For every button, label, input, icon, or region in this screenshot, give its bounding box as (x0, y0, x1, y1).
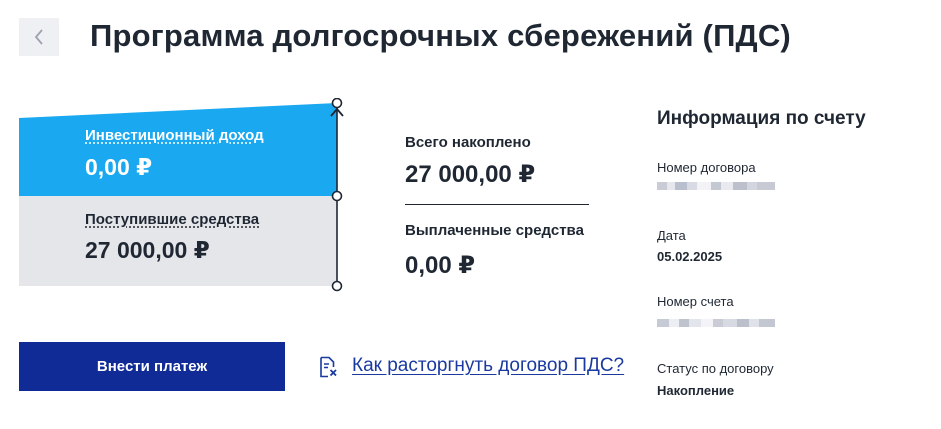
scale-marker-top (331, 98, 343, 109)
back-button[interactable] (19, 18, 59, 56)
make-payment-button[interactable]: Внести платеж (19, 342, 285, 391)
chevron-left-icon (34, 29, 43, 45)
scale-marker-middle (331, 190, 343, 202)
contract-number-redacted (657, 182, 775, 190)
paid-funds-label: Выплаченные средства (405, 222, 584, 239)
total-accumulated-label: Всего накоплено (405, 134, 531, 151)
document-close-icon (320, 356, 337, 378)
received-funds-label[interactable]: Поступившие средства (85, 211, 259, 228)
total-accumulated-value: 27 000,00 ₽ (405, 161, 536, 188)
contract-status-value: Накопление (657, 383, 735, 398)
account-number-redacted (657, 319, 775, 327)
investment-income-segment (19, 103, 337, 196)
contract-status-label: Статус по договору (657, 361, 774, 376)
account-number-label: Номер счета (657, 294, 734, 309)
funds-breakdown: Инвестиционный доход 0,00 ₽ Поступившие … (19, 98, 349, 298)
paid-funds-value: 0,00 ₽ (405, 252, 476, 279)
date-label: Дата (657, 228, 686, 243)
terminate-contract-link[interactable]: Как расторгнуть договор ПДС? (352, 355, 624, 377)
received-funds-value: 27 000,00 ₽ (85, 237, 210, 263)
scale-marker-bottom (331, 280, 343, 292)
totals-divider (405, 204, 589, 205)
contract-number-label: Номер договора (657, 160, 756, 175)
investment-income-value: 0,00 ₽ (85, 154, 153, 180)
investment-income-label[interactable]: Инвестиционный доход (85, 127, 264, 144)
page-title: Программа долгосрочных сбережений (ПДС) (90, 18, 791, 53)
date-value: 05.02.2025 (657, 249, 723, 264)
account-info-title: Информация по счету (657, 108, 866, 129)
